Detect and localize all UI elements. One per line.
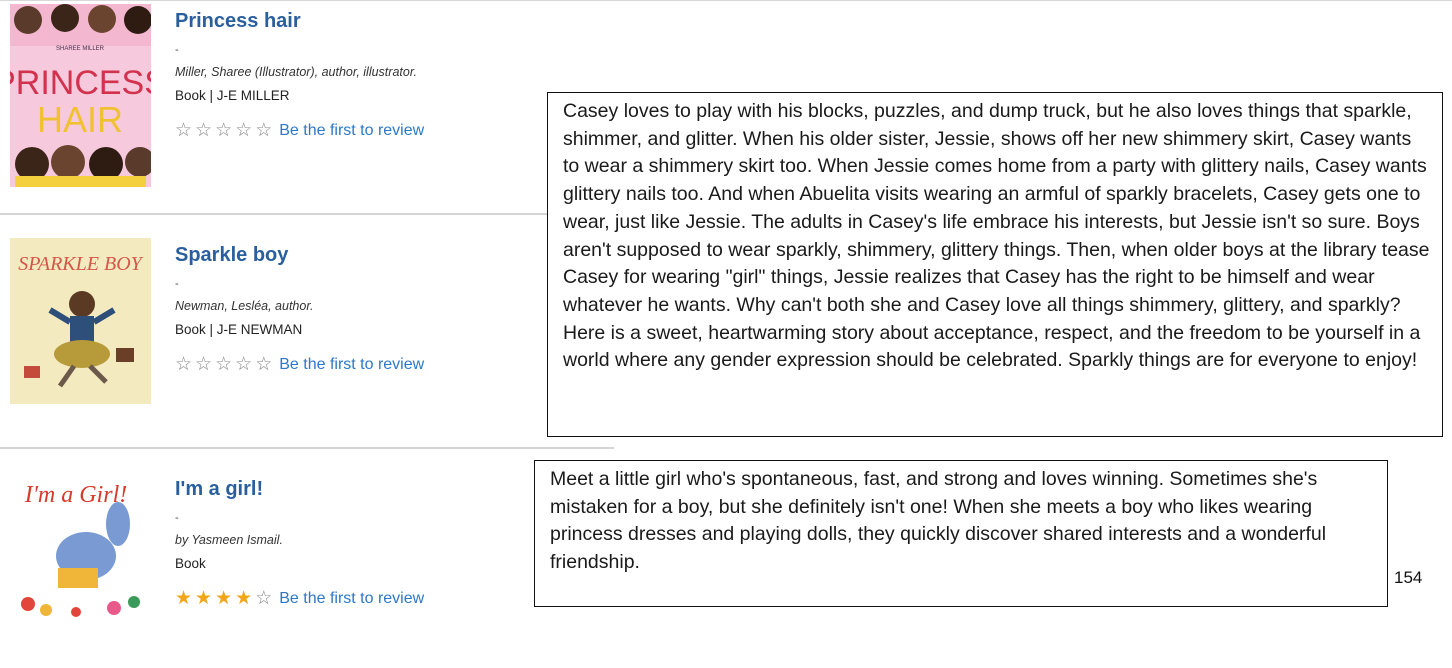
record-title[interactable]: Princess hair	[175, 10, 301, 33]
record-format: Book | J-E MILLER	[175, 88, 290, 103]
cover-title-line1: PRINCESS	[10, 64, 151, 102]
star-empty-icon[interactable]: ☆	[175, 355, 192, 374]
record-author: Newman, Lesléa, author.	[175, 299, 314, 313]
star-filled-icon[interactable]: ★	[175, 589, 192, 608]
page-number: 154	[1394, 568, 1423, 587]
record-format: Book | J-E NEWMAN	[175, 322, 303, 337]
record-format: Book	[175, 556, 206, 571]
record-divider	[0, 447, 614, 449]
record-im-a-girl: I'm a Girl! I'm a girl! - by Yasmeen Ism…	[0, 468, 620, 668]
record-author: by Yasmeen Ismail.	[175, 533, 283, 547]
cover-small-text: SHAREE MILLER	[56, 46, 105, 52]
review-link[interactable]: Be the first to review	[279, 122, 424, 140]
record-divider	[0, 213, 614, 215]
book-cover[interactable]: SHAREE MILLER PRINCESS HAIR	[10, 4, 151, 187]
star-empty-icon[interactable]: ☆	[215, 355, 232, 374]
cover-title: SPARKLE BOY	[18, 253, 143, 275]
review-link[interactable]: Be the first to review	[279, 590, 424, 608]
rating: ★ ★ ★ ★ ☆ Be the first to review	[175, 589, 424, 608]
rating: ☆ ☆ ☆ ☆ ☆ Be the first to review	[175, 121, 424, 140]
rating: ☆ ☆ ☆ ☆ ☆ Be the first to review	[175, 355, 424, 374]
star-empty-icon[interactable]: ☆	[195, 355, 212, 374]
summary-box-im-a-girl: Meet a little girl who's spontaneous, fa…	[534, 460, 1388, 607]
star-filled-icon[interactable]: ★	[215, 589, 232, 608]
cover-title-line2: HAIR	[37, 99, 123, 140]
record-dash: -	[175, 512, 179, 524]
star-empty-icon[interactable]: ☆	[255, 121, 272, 140]
star-empty-icon[interactable]: ☆	[255, 355, 272, 374]
star-empty-icon[interactable]: ☆	[215, 121, 232, 140]
summary-box-sparkle-boy: Casey loves to play with his blocks, puz…	[547, 92, 1443, 437]
record-princess-hair: SHAREE MILLER PRINCESS HAIR Princess hai…	[0, 0, 620, 200]
record-author: Miller, Sharee (Illustrator), author, il…	[175, 65, 417, 79]
star-empty-icon[interactable]: ☆	[235, 121, 252, 140]
record-dash: -	[175, 278, 179, 290]
book-cover[interactable]: SPARKLE BOY	[10, 238, 151, 404]
star-filled-icon[interactable]: ★	[235, 589, 252, 608]
record-sparkle-boy: SPARKLE BOY Sparkle boy - Newman, Lesléa…	[0, 234, 620, 434]
star-empty-icon[interactable]: ☆	[235, 355, 252, 374]
star-empty-icon[interactable]: ☆	[195, 121, 212, 140]
book-cover[interactable]: I'm a Girl!	[10, 472, 151, 620]
record-dash: -	[175, 44, 179, 56]
star-empty-icon[interactable]: ☆	[255, 589, 272, 608]
star-empty-icon[interactable]: ☆	[175, 121, 192, 140]
review-link[interactable]: Be the first to review	[279, 356, 424, 374]
star-filled-icon[interactable]: ★	[195, 589, 212, 608]
record-title[interactable]: Sparkle boy	[175, 244, 288, 267]
record-title[interactable]: I'm a girl!	[175, 478, 263, 501]
cover-title: I'm a Girl!	[24, 482, 127, 508]
